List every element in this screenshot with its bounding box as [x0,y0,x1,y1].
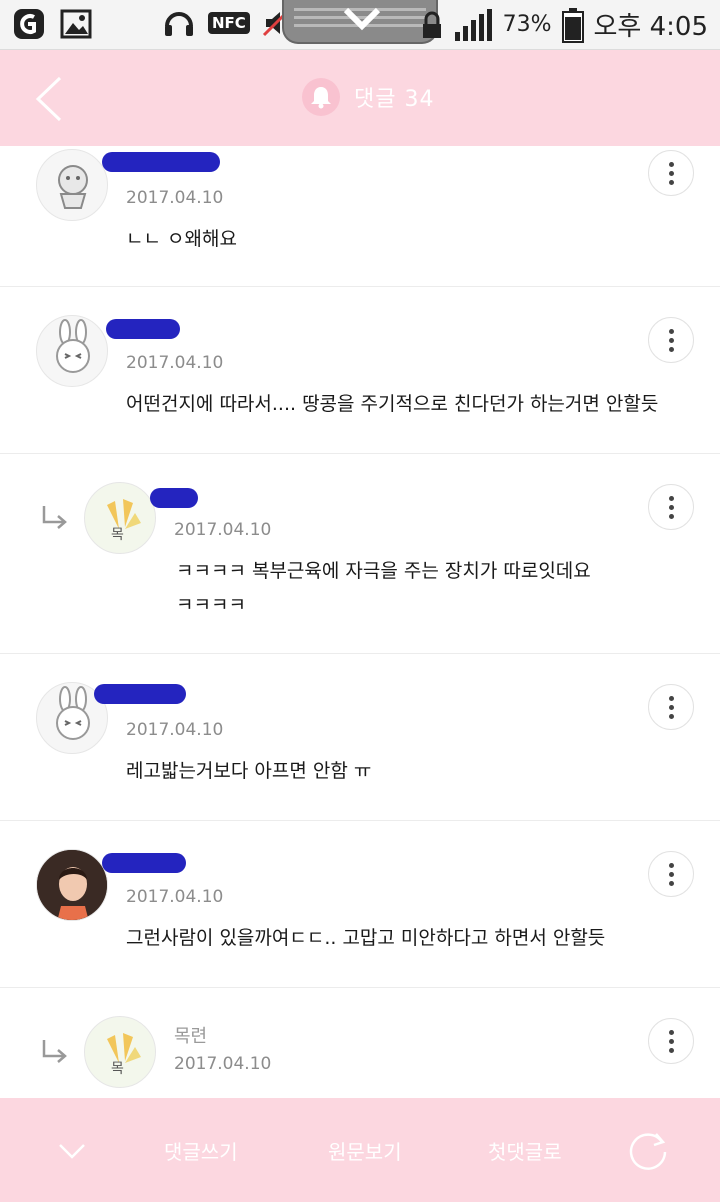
comment-date: 2017.04.10 [174,520,272,540]
avatar[interactable] [36,849,108,921]
comment-text-line: ㄴㄴ ㅇ왜해요 [126,228,237,250]
image-icon [60,9,92,39]
view-original-button[interactable]: 원문보기 [328,1136,402,1165]
avatar[interactable] [36,149,108,221]
write-comment-button[interactable]: 댓글쓰기 [164,1136,238,1165]
svg-text:목: 목 [111,527,124,543]
header-title-group: 댓글 34 [302,78,434,116]
comment-list[interactable]: 2017.04.10 ㄴㄴ ㅇ왜해요 2017.04.10 어떤건지에 따라서.… [0,146,720,1098]
status-bar: NFC 73% 오후 4:05 [0,0,720,50]
comment-text-line: ㅋㅋㅋㅋ [176,594,246,616]
clock: 오후 4:05 [593,12,709,42]
comment-date: 2017.04.10 [126,720,224,740]
first-comment-button[interactable]: 첫댓글로 [488,1136,562,1165]
reply-arrow-icon [42,506,67,529]
battery-percent: 73% [502,12,552,37]
comment-date: 2017.04.10 [126,887,224,907]
redacted-username [150,488,198,508]
chevron-down-icon [343,7,381,31]
page-title: 댓글 34 [354,87,435,112]
app-header: 댓글 34 [0,50,720,146]
comment-date: 2017.04.10 [126,188,224,208]
comment-text: 레고밟는거보다 아프면 안함 ㅠ [126,754,371,788]
more-options-button[interactable] [648,484,694,530]
comment-text-line: 레고밟는거보다 아프면 안함 ㅠ [126,760,372,782]
avatar[interactable] [36,315,108,387]
avatar[interactable]: 목 [84,482,156,554]
headset-icon [165,12,193,36]
comment-date: 2017.04.10 [126,353,224,373]
chevron-down-icon[interactable] [58,1142,86,1160]
svg-text:목: 목 [111,1061,124,1077]
reply-arrow-icon [42,1040,67,1063]
notification-app-icon [14,9,44,39]
comment-text-line: ㅋㅋㅋㅋ 복부근육에 자극을 주는 장치가 따로잇데요 [176,560,591,582]
lock-icon [422,11,441,38]
avatar[interactable]: 목 [84,1016,156,1088]
comment-item: 2017.04.10 그런사람이 있을까여ㄷㄷ.. 고맙고 미안하다고 하면서 … [0,821,720,988]
comment-item: 2017.04.10 ㄴㄴ ㅇ왜해요 [0,146,720,287]
redacted-username [102,152,220,172]
signal-icon [454,8,492,41]
more-options-button[interactable] [648,851,694,897]
comment-date: 2017.04.10 [174,1054,272,1074]
redacted-username [106,319,180,339]
comment-item: 2017.04.10 레고밟는거보다 아프면 안함 ㅠ [0,654,720,821]
back-arrow-icon[interactable] [30,76,70,122]
comment-author: 목련 [174,1026,208,1047]
battery-icon [561,7,584,43]
comment-item: 2017.04.10 어떤건지에 따라서.... 땅콩을 주기적으로 친다던가 … [0,287,720,454]
bell-icon[interactable] [302,78,340,116]
reply-comment-item: 목 2017.04.10 ㅋㅋㅋㅋ 복부근육에 자극을 주는 장치가 따로잇데요… [0,454,720,654]
nfc-indicator: NFC [208,12,250,34]
comment-text-line: 그런사람이 있을까여ㄷㄷ.. 고맙고 미안하다고 하면서 안할듯 [126,927,606,949]
redacted-username [94,684,186,704]
redacted-username [102,853,186,873]
refresh-icon[interactable] [626,1128,670,1172]
bottom-action-bar: 댓글쓰기 원문보기 첫댓글로 [0,1098,720,1202]
more-options-button[interactable] [648,684,694,730]
more-options-button[interactable] [648,317,694,363]
comment-text: 어떤건지에 따라서.... 땅콩을 주기적으로 친다던가 하는거면 안할듯 [126,387,658,421]
comment-text: 그런사람이 있을까여ㄷㄷ.. 고맙고 미안하다고 하면서 안할듯 [126,921,605,955]
comment-text: ㄴㄴ ㅇ왜해요 [126,222,237,256]
comment-text: ㅋㅋㅋㅋ 복부근육에 자극을 주는 장치가 따로잇데요 ㅋㅋㅋㅋ [176,554,591,622]
more-options-button[interactable] [648,150,694,196]
more-options-button[interactable] [648,1018,694,1064]
notification-pull-tab[interactable] [282,0,438,44]
reply-comment-item: 목 목련 2017.04.10 [0,988,720,1098]
comment-text-line: 어떤건지에 따라서.... 땅콩을 주기적으로 친다던가 하는거면 안할듯 [126,393,659,415]
